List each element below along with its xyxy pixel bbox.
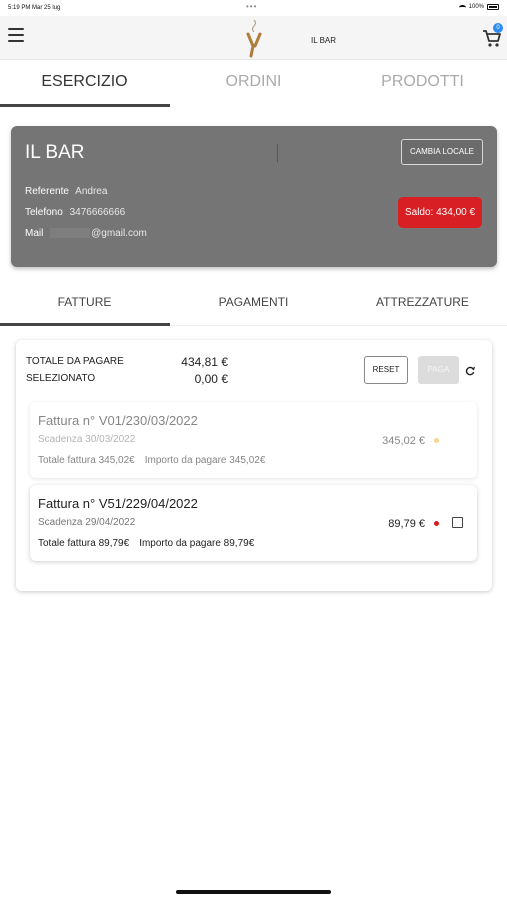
invoice-totals: Totale fattura 345,02€ Importo da pagare … <box>38 455 265 466</box>
mail-redaction <box>50 228 91 239</box>
card-divider <box>277 144 278 162</box>
referente-value: Andrea <box>75 186 108 197</box>
home-indicator[interactable] <box>176 890 331 894</box>
store-name: IL BAR <box>25 142 85 163</box>
mail-row: Mail @gmail.com <box>25 228 147 239</box>
main-tabs: ESERCIZIO ORDINI PRODOTTI <box>0 61 507 107</box>
selected-label: SELEZIONATO <box>26 373 96 384</box>
invoice-totals: Totale fattura 89,79€ Importo da pagare 8… <box>38 538 254 549</box>
balance-badge: Saldo: 434,00 € <box>398 197 482 228</box>
invoice-card[interactable]: Fattura n° V01/230/03/2022 Scadenza 30/0… <box>30 402 477 478</box>
tab-esercizio[interactable]: ESERCIZIO <box>0 61 169 107</box>
selected-value: 0,00 € <box>194 372 228 386</box>
invoice-to-pay: Importo da pagare 345,02€ <box>144 455 266 466</box>
invoice-due-date: Scadenza 29/04/2022 <box>38 517 136 528</box>
tab-fatture[interactable]: FATTURE <box>0 282 169 325</box>
tab-pagamenti[interactable]: PAGAMENTI <box>169 282 338 325</box>
telefono-value: 3476666666 <box>69 207 126 218</box>
status-bar: 5:19 PM Mar 25 lug ••• 100% <box>0 0 507 16</box>
invoice-due-date: Scadenza 30/03/2022 <box>38 434 136 445</box>
status-time: 5:19 PM Mar 25 lug <box>8 5 61 11</box>
change-store-button[interactable]: CAMBIA LOCALE <box>401 139 483 165</box>
pay-button[interactable]: PAGA <box>418 356 459 384</box>
store-card: IL BAR Referente Andrea Telefono 3476666… <box>11 126 497 267</box>
invoice-title: Fattura n° V51/229/04/2022 <box>38 496 198 511</box>
invoice-to-pay: Importo da pagare 89,79€ <box>139 538 255 549</box>
battery-percent: 100% <box>468 4 484 10</box>
section-tabs: FATTURE PAGAMENTI ATTREZZATURE <box>0 282 507 326</box>
tab-prodotti[interactable]: PRODOTTI <box>338 61 507 107</box>
active-section-indicator <box>0 323 170 326</box>
app-bar: IL BAR 0 <box>0 16 507 60</box>
invoice-status-dot <box>434 521 439 526</box>
cart-count-badge: 0 <box>493 23 503 33</box>
invoices-panel: TOTALE DA PAGARE 434,81 € SELEZIONATO 0,… <box>16 340 492 591</box>
tab-attrezzature[interactable]: ATTREZZATURE <box>338 282 507 325</box>
refresh-icon[interactable] <box>465 366 475 376</box>
telefono-row: Telefono 3476666666 <box>25 207 125 218</box>
invoice-amount: 89,79 € <box>388 518 425 530</box>
total-label: TOTALE DA PAGARE <box>26 356 124 367</box>
referente-row: Referente Andrea <box>25 186 107 197</box>
status-right: 100% <box>458 4 499 10</box>
multitask-dots: ••• <box>246 2 258 11</box>
invoice-total: Totale fattura 89,79€ <box>38 538 130 549</box>
invoice-title: Fattura n° V01/230/03/2022 <box>38 413 198 428</box>
reset-button[interactable]: RESET <box>364 356 408 384</box>
active-tab-indicator <box>0 104 170 107</box>
invoice-select-checkbox[interactable] <box>452 517 463 528</box>
app-bar-title: IL BAR <box>311 36 337 45</box>
mail-value: @gmail.com <box>91 228 147 239</box>
battery-icon <box>487 4 499 10</box>
wifi-icon <box>458 4 466 10</box>
telefono-label: Telefono <box>25 207 63 218</box>
invoice-status-dot <box>434 438 439 443</box>
mail-label: Mail <box>25 228 44 239</box>
invoice-total: Totale fattura 345,02€ <box>38 455 135 466</box>
hamburger-menu-icon[interactable] <box>8 28 24 42</box>
app-logo <box>246 19 262 58</box>
total-value: 434,81 € <box>181 355 228 369</box>
invoice-amount: 345,02 € <box>382 435 425 447</box>
tab-ordini[interactable]: ORDINI <box>169 61 338 107</box>
invoice-card[interactable]: Fattura n° V51/229/04/2022 Scadenza 29/0… <box>30 485 477 561</box>
referente-label: Referente <box>25 186 69 197</box>
